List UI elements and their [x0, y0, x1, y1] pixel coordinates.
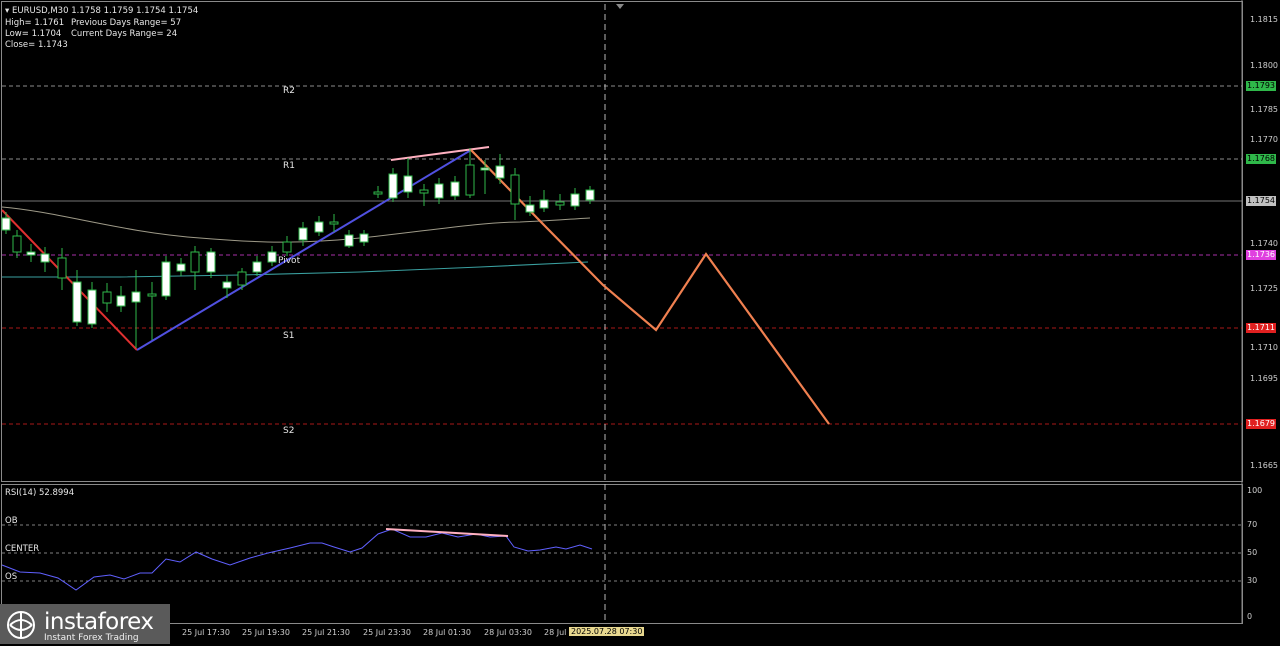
candle-body: [480, 167, 490, 171]
candle-body: [176, 263, 186, 272]
candle-body: [450, 181, 460, 197]
instaforex-logo: instaforex Instant Forex Trading: [0, 604, 170, 644]
rsi-panel-frame: [1, 484, 1243, 624]
moving-average-slow: [1, 206, 591, 243]
r1-label: R1: [283, 161, 295, 171]
rsi-os-label: OS: [5, 572, 18, 582]
r1-price-tag: 1.1768: [1246, 154, 1276, 164]
time-axis-label: 28 Jul: [544, 628, 567, 637]
time-axis-label: 25 Jul 19:30: [242, 628, 290, 637]
price-axis-label: 1.1695: [1250, 374, 1278, 383]
main-panel-frame: [1, 1, 1243, 482]
rsi-center-label: CENTER: [5, 544, 40, 554]
candle-body: [57, 257, 67, 279]
candle-body: [329, 221, 339, 225]
time-axis-label: 28 Jul 03:30: [484, 628, 532, 637]
price-axis-label: 1.1785: [1250, 105, 1278, 114]
pivot-label: Pivot: [278, 256, 301, 266]
candlesticks: [1, 148, 595, 348]
current-days-range: Current Days Range= 24: [71, 29, 178, 39]
pivot-price-tag: 1.1736: [1246, 250, 1276, 260]
symbol-ohlc-header[interactable]: ▾ EURUSD,M30 1.1758 1.1759 1.1754 1.1754: [5, 6, 198, 17]
instaforex-logo-icon: [7, 611, 35, 639]
candle-body: [570, 193, 580, 207]
time-axis-label: 25 Jul 23:30: [363, 628, 411, 637]
candle-body: [26, 251, 36, 256]
candle-body: [1, 217, 11, 231]
time-axis-label: 25 Jul 17:30: [182, 628, 230, 637]
time-axis-label: 28 Jul 01:30: [423, 628, 471, 637]
up-trend-line[interactable]: [136, 149, 472, 351]
candle-body: [539, 199, 549, 209]
rsi-axis-label: 70: [1247, 520, 1258, 529]
previous-days-range: Previous Days Range= 57: [71, 18, 182, 28]
candle-body: [495, 165, 505, 179]
candle-body: [585, 189, 595, 201]
r2-label: R2: [283, 86, 295, 96]
logo-subtext: Instant Forex Trading: [44, 633, 139, 643]
candle-body: [465, 164, 475, 196]
candle-body: [102, 291, 112, 304]
high-value: High= 1.1761: [5, 18, 65, 28]
candle-body: [147, 293, 157, 297]
candle-body: [190, 251, 200, 273]
close-value: Close= 1.1743: [5, 40, 68, 50]
candle-body: [388, 173, 398, 199]
candle-body: [403, 175, 413, 193]
rsi-axis-label: 50: [1247, 548, 1258, 557]
candle-body: [314, 221, 324, 233]
down-trend-line[interactable]: [1, 209, 138, 351]
s1-label: S1: [283, 331, 295, 341]
candle-body: [237, 271, 247, 286]
symbol-ohlc-text: EURUSD,M30 1.1758 1.1759 1.1754 1.1754: [11, 6, 199, 16]
candle-body: [252, 261, 262, 273]
time-axis-label: 25 Jul 21:30: [302, 628, 350, 637]
chart-shift-marker[interactable]: [616, 4, 624, 9]
candle-body: [373, 191, 383, 195]
candle-body: [116, 295, 126, 307]
candle-body: [12, 235, 22, 253]
s1-price-tag: 1.1711: [1246, 323, 1276, 333]
candle-body: [206, 251, 216, 273]
price-axis-label: 1.1665: [1250, 461, 1278, 470]
price-axis-label: 1.1740: [1250, 239, 1278, 248]
current-price-tag: 1.1754: [1246, 196, 1276, 206]
s2-label: S2: [283, 426, 295, 436]
candle-body: [298, 227, 308, 241]
candle-body: [131, 291, 141, 303]
candle-body: [267, 251, 277, 263]
collapse-arrow-icon[interactable]: ▾: [5, 6, 9, 16]
rsi-axis-label: 30: [1247, 576, 1258, 585]
candle-body: [344, 234, 354, 247]
current-time-label: 2025.07.28 07:30: [569, 627, 645, 636]
rsi-axis-label: 100: [1247, 486, 1263, 495]
candle-body: [510, 174, 520, 205]
rsi-ob-label: OB: [5, 516, 18, 526]
candle-body: [161, 261, 171, 297]
r2-price-tag: 1.1793: [1246, 81, 1276, 91]
forecast-path[interactable]: [470, 149, 830, 425]
price-axis-label: 1.1710: [1250, 343, 1278, 352]
candle-body: [525, 204, 535, 213]
price-axis-label: 1.1800: [1250, 61, 1278, 70]
price-axis-label: 1.1725: [1250, 284, 1278, 293]
candle-body: [555, 201, 565, 206]
rsi-title: RSI(14) 52.8994: [5, 488, 75, 498]
price-axis-label: 1.1770: [1250, 135, 1278, 144]
low-value: Low= 1.1704: [5, 29, 62, 39]
candle-body: [72, 281, 82, 323]
candle-body: [222, 281, 232, 289]
candle-body: [359, 233, 369, 243]
candle-body: [419, 189, 429, 194]
price-axis-label: 1.1815: [1250, 15, 1278, 24]
logo-text: instaforex: [44, 609, 154, 635]
candle-body: [434, 183, 444, 199]
chart-canvas[interactable]: [0, 0, 1280, 646]
candle-body: [87, 289, 97, 325]
s2-price-tag: 1.1679: [1246, 419, 1276, 429]
candle-body: [40, 253, 50, 263]
rsi-axis-label: 0: [1247, 612, 1253, 621]
candle-body: [282, 241, 292, 253]
